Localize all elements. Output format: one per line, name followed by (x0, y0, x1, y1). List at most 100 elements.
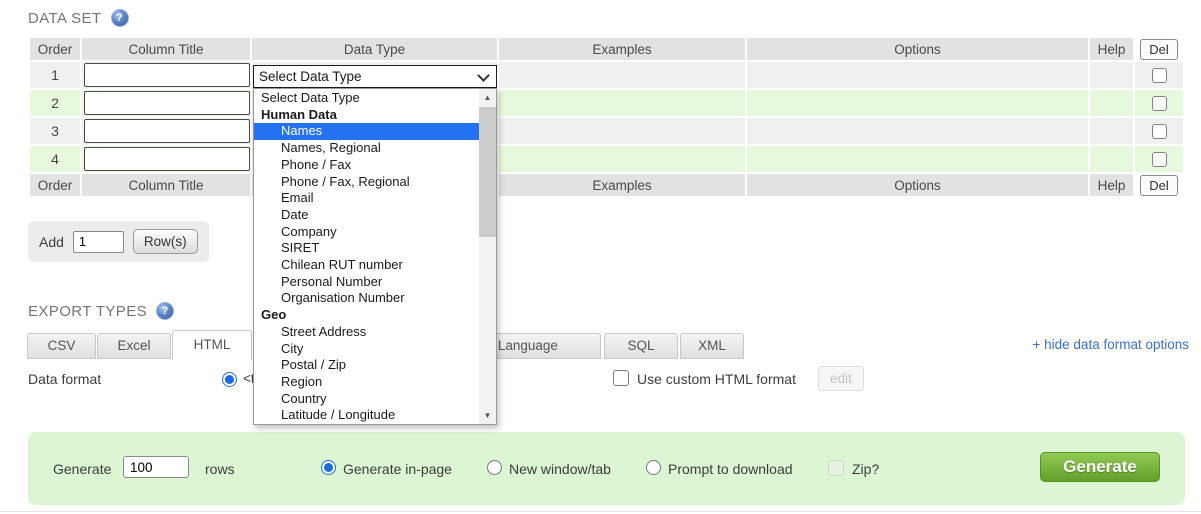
data-type-select-value: Select Data Type (259, 69, 362, 84)
col-header-help: Help (1090, 38, 1133, 60)
new-window-tab-label: New window/tab (509, 461, 611, 477)
tab-csv[interactable]: CSV (27, 333, 96, 359)
num-rows-input[interactable] (123, 456, 189, 478)
tab-sql[interactable]: SQL (604, 333, 678, 359)
column-title-input[interactable] (84, 147, 250, 171)
dropdown-option[interactable]: Chilean RUT number (254, 257, 479, 274)
delete-rows-button[interactable]: Del (1140, 38, 1178, 60)
table-row: 2 (30, 90, 1183, 116)
use-custom-html-checkbox[interactable] (613, 370, 629, 386)
col-footer-examples: Examples (499, 174, 745, 196)
examples-cell (499, 146, 745, 172)
zip-checkbox (828, 460, 844, 476)
col-header-order: Order (30, 38, 80, 60)
data-type-dropdown-list: Select Data Type Human Data Names Names,… (253, 88, 497, 425)
row-order: 4 (30, 146, 80, 172)
col-footer-help: Help (1090, 174, 1133, 196)
table-header-row: Order Column Title Data Type Examples Op… (30, 38, 1183, 60)
dataset-table: Order Column Title Data Type Examples Op… (28, 36, 1185, 198)
page-bottom-divider (0, 511, 1201, 512)
dropdown-group-label: Geo (261, 307, 287, 323)
prompt-to-download-label: Prompt to download (668, 461, 793, 477)
dropdown-option[interactable]: SIRET (254, 240, 479, 257)
col-header-options: Options (747, 38, 1088, 60)
new-window-tab-radio[interactable] (487, 460, 502, 475)
dataset-section-title: DATA SET ? (28, 9, 129, 27)
col-footer-options: Options (747, 174, 1088, 196)
dropdown-option[interactable]: Country (254, 391, 479, 408)
options-cell (747, 62, 1088, 88)
column-title-input[interactable] (84, 63, 250, 87)
row-order: 2 (30, 90, 80, 116)
dropdown-option[interactable]: Phone / Fax, Regional (254, 174, 479, 191)
data-format-radio[interactable] (222, 372, 237, 387)
dropdown-group-label: Human Data (261, 106, 337, 122)
dropdown-option[interactable]: Email (254, 190, 479, 207)
scroll-up-icon[interactable]: ▲ (479, 90, 496, 105)
scrollbar-thumb[interactable] (479, 107, 496, 237)
export-types-title-text: EXPORT TYPES (28, 302, 148, 320)
add-label: Add (39, 233, 64, 250)
dropdown-options: Select Data Type Human Data Names Names,… (254, 90, 479, 424)
table-row: 4 (30, 146, 1183, 172)
dropdown-option[interactable]: Region (254, 374, 479, 391)
col-header-examples: Examples (499, 38, 745, 60)
table-row: 3 (30, 118, 1183, 144)
rows-label: rows (205, 461, 235, 477)
row-order: 3 (30, 118, 80, 144)
data-format-label: Data format (28, 371, 102, 387)
delete-rows-button[interactable]: Del (1140, 174, 1178, 196)
data-type-select[interactable]: Select Data Type (253, 65, 497, 88)
export-types-section-title: EXPORT TYPES ? (28, 302, 175, 320)
dropdown-option[interactable]: Select Data Type (254, 90, 479, 107)
dropdown-option-selected[interactable]: Names (254, 123, 479, 141)
tab-xml[interactable]: XML (680, 333, 744, 359)
col-header-data-type: Data Type (252, 38, 497, 60)
col-header-column-title: Column Title (82, 38, 250, 60)
dropdown-option[interactable]: Personal Number (254, 274, 479, 291)
delete-row-checkbox[interactable] (1151, 68, 1167, 84)
generate-bar: Generate rows Generate in-page New windo… (28, 432, 1185, 505)
examples-cell (499, 90, 745, 116)
dropdown-option[interactable]: Phone / Fax (254, 157, 479, 174)
examples-cell (499, 62, 745, 88)
col-footer-column-title: Column Title (82, 174, 250, 196)
generate-in-page-label: Generate in-page (343, 461, 452, 477)
add-rows-count-input[interactable] (72, 230, 124, 253)
table-footer-header-row: Order Column Title Data Type Examples Op… (30, 174, 1183, 196)
scroll-down-icon[interactable]: ▼ (479, 408, 496, 423)
chevron-down-icon (477, 69, 490, 82)
dropdown-option[interactable]: Postal / Zip (254, 357, 479, 374)
delete-row-checkbox[interactable] (1151, 124, 1167, 140)
delete-row-checkbox[interactable] (1151, 96, 1167, 112)
help-icon[interactable]: ? (156, 302, 175, 320)
dropdown-option[interactable]: Street Address (254, 324, 479, 341)
delete-row-checkbox[interactable] (1151, 152, 1167, 168)
zip-label: Zip? (852, 461, 880, 477)
hide-data-format-options-link[interactable]: + hide data format options (1033, 337, 1189, 352)
dropdown-scrollbar[interactable]: ▲ ▼ (479, 89, 496, 424)
edit-button: edit (818, 366, 864, 391)
dropdown-option[interactable]: Date (254, 207, 479, 224)
generate-button[interactable]: Generate (1040, 452, 1160, 482)
examples-cell (499, 118, 745, 144)
column-title-input[interactable] (84, 91, 250, 115)
add-rows-button[interactable]: Row(s) (132, 229, 198, 254)
prompt-to-download-radio[interactable] (646, 460, 661, 475)
use-custom-html-label: Use custom HTML format (637, 371, 796, 387)
dropdown-option[interactable]: Names, Regional (254, 140, 479, 157)
dropdown-option[interactable]: City (254, 341, 479, 358)
dropdown-option[interactable]: Latitude / Longitude (254, 407, 479, 424)
help-icon[interactable]: ? (110, 9, 129, 27)
table-row: 1 (30, 62, 1183, 88)
dropdown-option[interactable]: Company (254, 224, 479, 241)
help-cell (1090, 146, 1133, 172)
dropdown-option[interactable]: Organisation Number (254, 290, 479, 307)
generate-in-page-radio[interactable] (321, 460, 336, 475)
column-title-input[interactable] (84, 119, 250, 143)
add-rows-box: Add Row(s) (28, 221, 209, 262)
dataset-title-text: DATA SET (28, 9, 102, 27)
tab-excel[interactable]: Excel (97, 333, 171, 359)
tab-html[interactable]: HTML (172, 330, 252, 360)
help-cell (1090, 90, 1133, 116)
